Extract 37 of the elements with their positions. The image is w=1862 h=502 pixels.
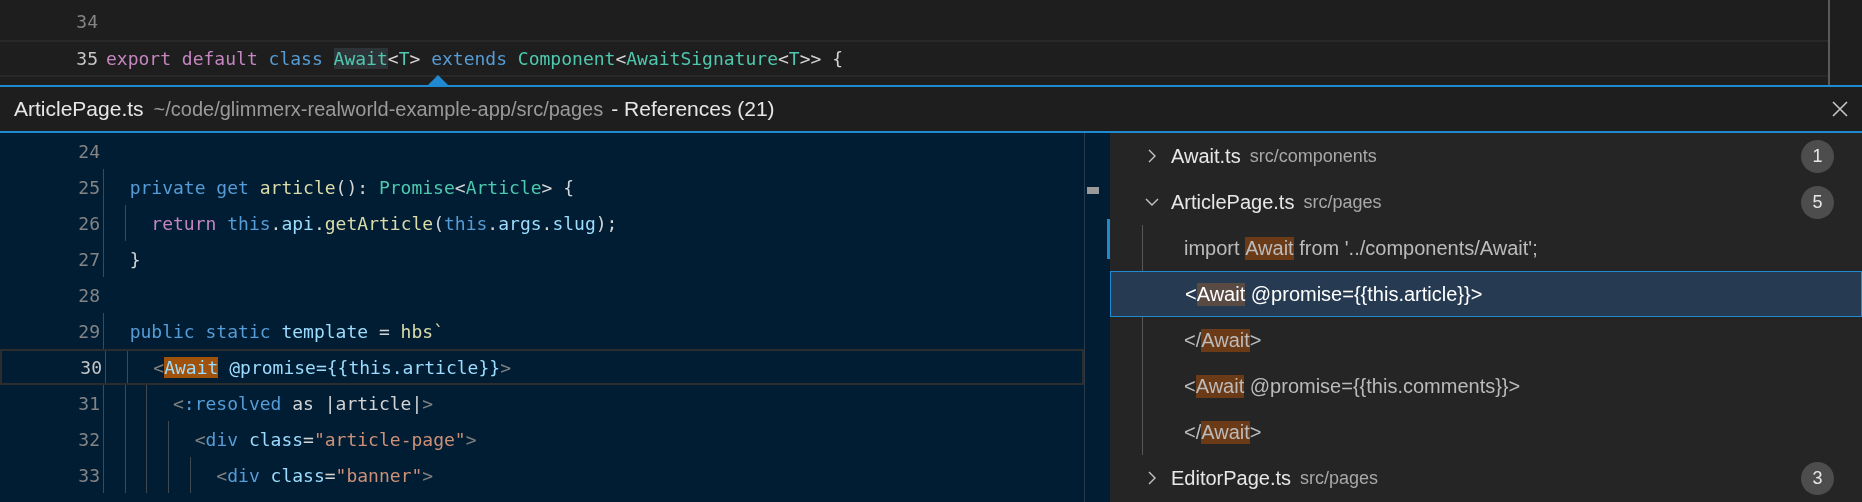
- code-line: public static template = hbs`: [128, 320, 444, 342]
- count-badge: 3: [1801, 461, 1834, 495]
- ruler-marker: [1107, 219, 1110, 259]
- line-number: 33: [77, 464, 100, 486]
- ruler-marker: [1087, 187, 1099, 194]
- line-number: 30: [79, 356, 102, 378]
- peek-file-name: ArticlePage.ts: [14, 97, 144, 121]
- line-number: 24: [77, 140, 100, 162]
- reference-item[interactable]: </Await>: [1110, 317, 1862, 363]
- code-line: private get article(): Promise<Article> {: [128, 176, 574, 198]
- line-number: 29: [77, 320, 100, 342]
- reference-item[interactable]: <Await @promise={{this.comments}}>: [1110, 363, 1862, 409]
- line-number: 35: [75, 48, 98, 69]
- close-icon[interactable]: [1832, 101, 1848, 117]
- line-number: 34: [75, 11, 98, 32]
- reference-file-item[interactable]: EditorPage.ts src/pages 3: [1110, 455, 1862, 501]
- reference-item[interactable]: import Await from '../components/Await';: [1110, 225, 1862, 271]
- reference-item[interactable]: </Await>: [1110, 409, 1862, 455]
- reference-file-item[interactable]: Await.ts src/components 1: [1110, 133, 1862, 179]
- line-number: 32: [77, 428, 100, 450]
- line-number: 25: [77, 176, 100, 198]
- peek-title: - References (21): [611, 97, 775, 121]
- code-line: <div class="banner">: [215, 464, 434, 486]
- line-number: 28: [77, 284, 100, 306]
- line-number: 31: [77, 392, 100, 414]
- line-number: 27: [77, 248, 100, 270]
- count-badge: 1: [1801, 139, 1834, 173]
- code-line: export default class Await<T> extends Component<AwaitSignature<T>> {: [106, 48, 843, 69]
- code-line: }: [128, 248, 141, 270]
- code-line: <:resolved as |article|>: [172, 392, 434, 414]
- reference-file-item[interactable]: ArticlePage.ts src/pages 5: [1110, 179, 1862, 225]
- code-line: <div class="article-page">: [193, 428, 477, 450]
- reference-item[interactable]: <Await @promise={{this.article}}>: [1110, 271, 1862, 317]
- line-number: 26: [77, 212, 100, 234]
- peek-file-path: ~/code/glimmerx-realworld-example-app/src/pages: [153, 97, 604, 121]
- count-badge: 5: [1801, 185, 1834, 219]
- code-line: return this.api.getArticle(this.args.slug);: [150, 212, 618, 234]
